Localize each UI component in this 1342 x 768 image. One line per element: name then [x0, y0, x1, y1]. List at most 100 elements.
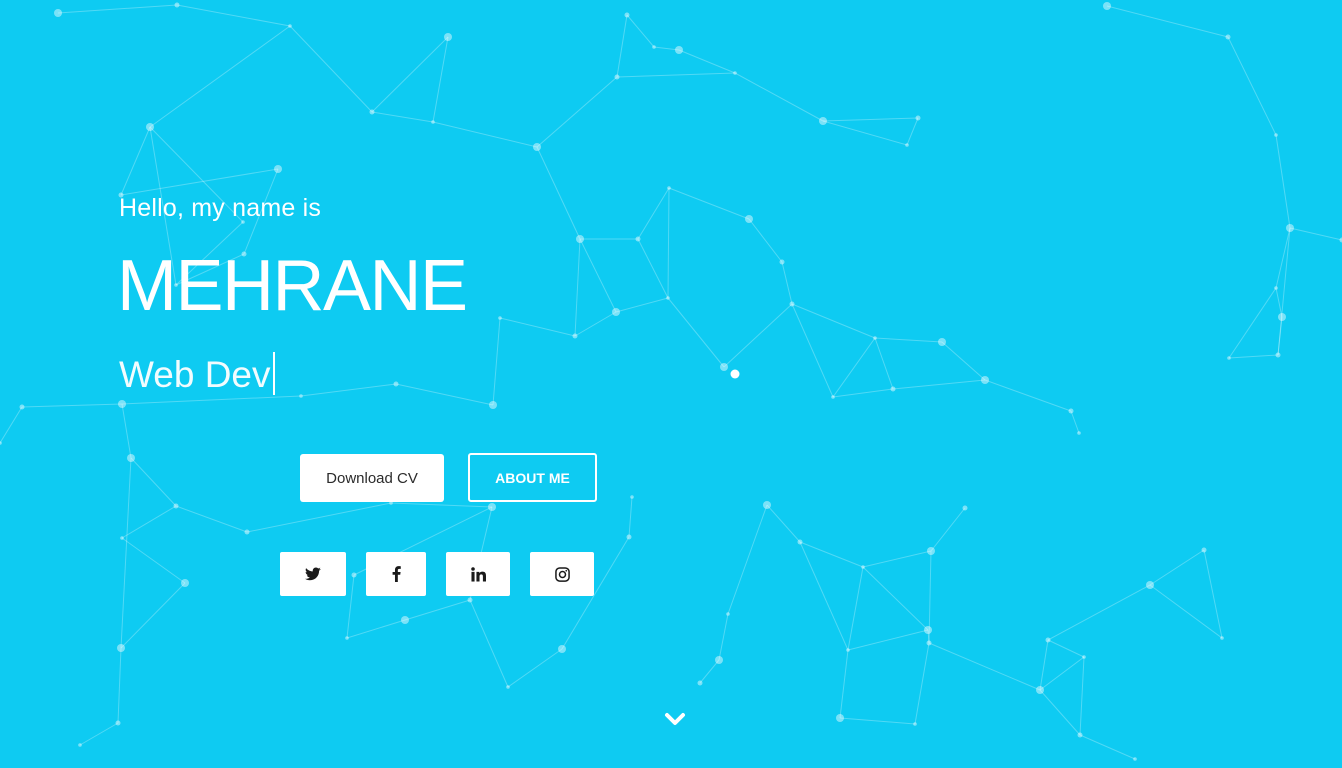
scroll-down-button[interactable]: [663, 710, 687, 730]
particle-dot: [345, 636, 349, 640]
particle-dot: [890, 386, 896, 392]
particle-dot: [1227, 356, 1231, 360]
particle-dot: [1278, 313, 1286, 321]
particle-link: [667, 187, 670, 299]
particle-link: [432, 121, 538, 148]
particle-link: [874, 337, 894, 390]
particle-link: [57, 4, 178, 14]
particle-dot: [1082, 655, 1086, 659]
particle-link: [734, 72, 824, 122]
particle-dot: [1220, 636, 1224, 640]
particle-link: [637, 187, 670, 240]
particle-link: [149, 25, 291, 128]
particle-dot: [938, 338, 946, 346]
facebook-link[interactable]: [366, 552, 426, 596]
particle-dot: [861, 565, 865, 569]
particle-link: [832, 388, 894, 398]
particle-link: [300, 383, 397, 397]
particle-dot: [846, 648, 850, 652]
hero-name: MEHRANE: [117, 246, 468, 326]
particle-dot: [652, 45, 656, 49]
particle-dot: [1274, 286, 1278, 290]
particle-link: [117, 647, 122, 724]
particle-link: [628, 496, 633, 538]
particle-link: [246, 502, 392, 533]
particle-dot: [489, 401, 497, 409]
particle-dot: [431, 120, 435, 124]
particle-link: [1149, 549, 1205, 586]
particle-dot: [174, 2, 180, 8]
typing-cursor: [272, 352, 275, 395]
particle-link: [1228, 287, 1277, 359]
particle-link: [21, 403, 123, 408]
particle-dot: [1275, 352, 1281, 358]
particle-link: [121, 403, 132, 459]
instagram-link[interactable]: [530, 552, 594, 596]
linkedin-icon: [470, 566, 486, 582]
particle-link: [1039, 656, 1085, 691]
particle-link: [668, 187, 750, 220]
particle-dot: [488, 503, 496, 511]
particle-link: [579, 238, 617, 313]
particle-link: [637, 238, 669, 299]
particle-link: [507, 648, 563, 688]
particle-dot: [369, 109, 375, 115]
particle-link: [748, 218, 783, 263]
particle-dot: [715, 656, 723, 664]
particle-dot: [288, 24, 292, 28]
particle-dot: [1077, 431, 1081, 435]
particle-link: [79, 722, 119, 746]
particle-link: [822, 120, 908, 146]
particle-link: [574, 238, 581, 337]
linkedin-link[interactable]: [446, 552, 510, 596]
particle-link: [832, 337, 876, 398]
particle-link: [121, 505, 177, 539]
greeting-text: Hello, my name is: [119, 194, 322, 222]
particle-dot: [745, 215, 753, 223]
particle-dot: [244, 529, 250, 535]
particle-link: [1039, 639, 1049, 691]
particle-dot: [730, 369, 740, 379]
particle-dot: [533, 143, 541, 151]
particle-dot: [614, 74, 620, 80]
particle-dot: [1045, 637, 1051, 643]
particle-link: [1275, 287, 1283, 318]
facebook-icon: [392, 566, 401, 582]
particle-dot: [926, 640, 932, 646]
role-text: Web Dev: [119, 354, 271, 395]
particle-link: [1079, 734, 1136, 760]
download-cv-button[interactable]: Download CV: [300, 454, 444, 502]
hero-section: Hello, my name is MEHRANE Web Dev Downlo…: [0, 0, 1342, 768]
particle-dot: [697, 680, 703, 686]
particle-link: [289, 25, 373, 113]
particle-link: [727, 504, 768, 615]
particle-link: [616, 72, 736, 78]
particle-link: [822, 117, 919, 122]
particle-link: [121, 395, 302, 405]
particle-link: [469, 599, 509, 688]
particle-dot: [626, 534, 632, 540]
particle-link: [847, 566, 864, 651]
particle-link: [121, 537, 186, 584]
particle-link: [175, 505, 248, 533]
particle-dot: [467, 597, 473, 603]
particle-link: [404, 599, 471, 621]
particle-dot: [351, 572, 357, 578]
particle-dot: [1077, 732, 1083, 738]
particle-link: [839, 717, 916, 725]
particle-dot: [1286, 224, 1294, 232]
particle-link: [1047, 584, 1151, 641]
particle-link: [1203, 549, 1223, 639]
particle-link: [574, 311, 617, 337]
particle-dot: [54, 9, 62, 17]
particle-dot: [19, 404, 25, 410]
twitter-link[interactable]: [280, 552, 346, 596]
particle-dot: [873, 336, 877, 340]
particle-dot: [146, 123, 154, 131]
particle-link: [0, 406, 23, 444]
particle-dot: [624, 12, 630, 18]
particle-link: [120, 168, 279, 196]
about-me-button[interactable]: ABOUT ME: [468, 453, 597, 502]
particle-link: [1039, 689, 1081, 736]
particle-dot: [0, 441, 2, 445]
